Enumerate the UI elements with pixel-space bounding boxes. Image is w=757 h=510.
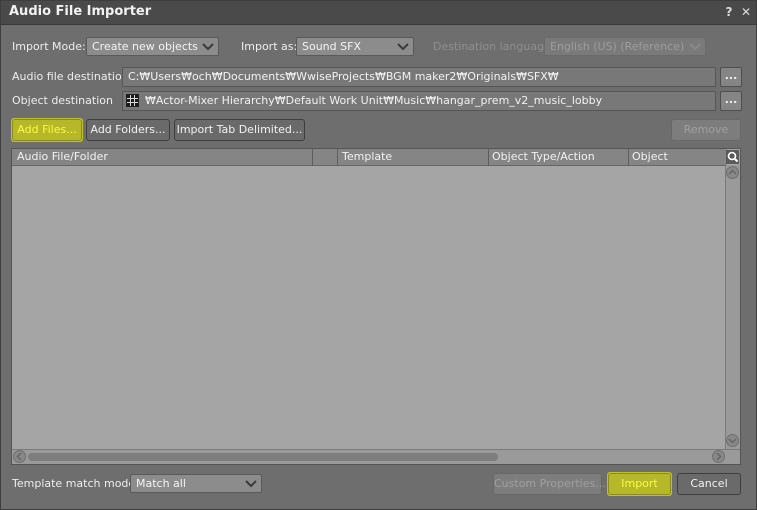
column-divider[interactable] (337, 149, 338, 166)
search-icon[interactable] (726, 150, 739, 164)
object-destination-label: Object destination (12, 94, 113, 107)
cancel-button[interactable]: Cancel (677, 473, 741, 495)
chevron-down-icon (396, 39, 410, 54)
object-destination-field[interactable]: ₩Actor-Mixer Hierarchy₩Default Work Unit… (122, 91, 716, 111)
column-header-audio-file[interactable]: Audio File/Folder (17, 150, 108, 163)
template-match-mode-dropdown[interactable]: Match all (130, 474, 262, 493)
import-mode-value: Create new objects (92, 40, 198, 53)
horizontal-scroll-thumb[interactable] (28, 453, 498, 461)
column-divider[interactable] (628, 149, 629, 166)
chevron-down-icon (201, 39, 215, 54)
help-button[interactable]: ? (721, 4, 737, 20)
horizontal-scrollbar[interactable] (12, 449, 740, 464)
template-match-mode-value: Match all (136, 477, 186, 490)
destination-language-label: Destination language: (433, 40, 555, 53)
vertical-scrollbar[interactable] (725, 165, 740, 450)
import-tab-delimited-button[interactable]: Import Tab Delimited... (174, 119, 305, 141)
title-bar: Audio File Importer ? ✕ (1, 1, 756, 25)
audio-file-importer-window: Audio File Importer ? ✕ Import Mode: Cre… (0, 0, 757, 510)
audio-file-table[interactable]: Audio File/Folder Template Object Type/A… (11, 148, 741, 465)
add-files-button[interactable]: Add Files... (12, 119, 82, 141)
import-mode-dropdown[interactable]: Create new objects (86, 37, 219, 56)
column-divider[interactable] (488, 149, 489, 166)
column-divider[interactable] (312, 149, 313, 166)
import-as-label: Import as: (241, 40, 298, 53)
work-unit-icon (126, 94, 139, 107)
template-match-mode-label: Template match mode: (12, 477, 139, 490)
object-destination-value: ₩Actor-Mixer Hierarchy₩Default Work Unit… (145, 94, 603, 107)
table-header: Audio File/Folder Template Object Type/A… (12, 149, 727, 166)
import-mode-label: Import Mode: (12, 40, 86, 53)
audio-file-destination-field[interactable]: C:₩Users₩och₩Documents₩WwiseProjects₩BGM… (122, 67, 716, 87)
column-header-object[interactable]: Object (632, 150, 668, 163)
destination-language-value: English (US) (Reference) (550, 40, 685, 53)
add-folders-button[interactable]: Add Folders... (86, 119, 170, 141)
import-as-value: Sound SFX (302, 40, 361, 53)
remove-button: Remove (671, 119, 741, 141)
import-as-dropdown[interactable]: Sound SFX (296, 37, 414, 56)
object-destination-browse-button[interactable]: ... (720, 91, 742, 111)
column-header-template[interactable]: Template (342, 150, 392, 163)
audio-file-destination-label: Audio file destination (12, 70, 129, 83)
scroll-left-button[interactable] (13, 450, 26, 463)
chevron-down-icon (244, 476, 258, 491)
custom-properties-button: Custom Properties... (493, 473, 606, 495)
window-title: Audio File Importer (9, 4, 152, 19)
import-button[interactable]: Import (608, 473, 671, 495)
audio-file-destination-browse-button[interactable]: ... (720, 67, 742, 87)
column-header-object-type[interactable]: Object Type/Action (492, 150, 595, 163)
scroll-down-button[interactable] (726, 434, 739, 447)
scroll-right-button[interactable] (712, 450, 725, 463)
chevron-down-icon (688, 39, 702, 54)
close-button[interactable]: ✕ (738, 4, 754, 20)
scroll-up-button[interactable] (726, 166, 739, 179)
destination-language-dropdown: English (US) (Reference) (544, 37, 706, 56)
